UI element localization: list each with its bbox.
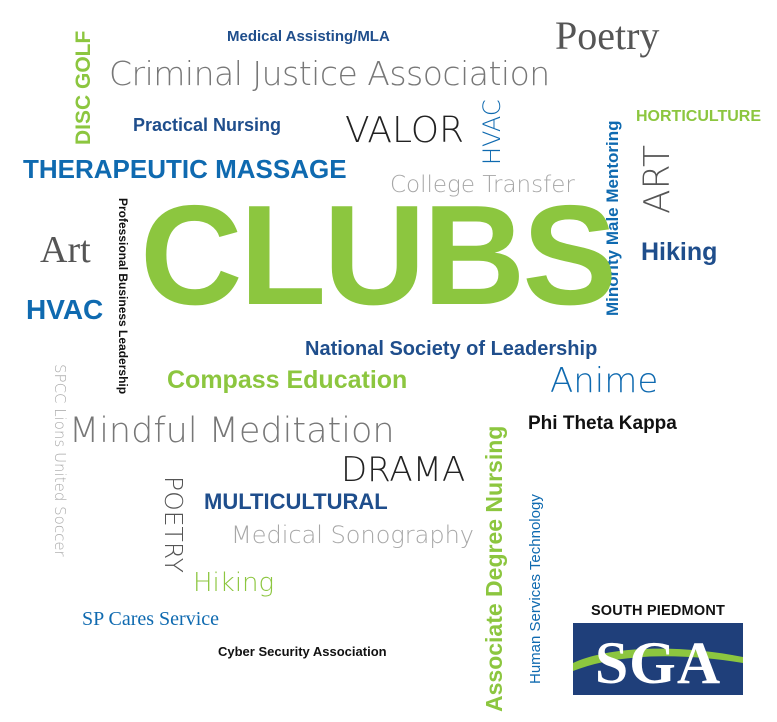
word-drama: DRAMA [341,450,466,490]
word-practical-nursing: Practical Nursing [133,115,282,135]
word-phi-theta-kappa: Phi Theta Kappa [528,413,677,434]
sga-logo: SOUTH PIEDMONT SGA [570,603,746,705]
word-criminal-justice: Criminal Justice Association [109,54,550,93]
word-sp-cares-service: SP Cares Service [82,608,220,630]
word-valor: VALOR [345,110,465,151]
word-professional-business-leadership: Professional Business Leadership [116,198,130,395]
word-medical-assisting: Medical Assisting/MLA [227,28,390,45]
word-multicultural: MULTICULTURAL [204,489,388,514]
word-mindful-meditation: Mindful Meditation [69,411,395,451]
word-hvac-vertical: HVAC [478,99,506,165]
word-medical-sonography: Medical Sonography [231,521,475,549]
word-spcc-lions: SPCC Lions United Soccer [51,364,69,557]
word-hiking-blue: Hiking [641,238,718,266]
word-compass-education: Compass Education [167,366,408,394]
word-art-vertical: ART [637,144,678,214]
word-hvac: HVAC [26,294,104,325]
word-disc-golf: DISC GOLF [72,30,95,145]
clubs-word-cloud: Medical Assisting/MLA Poetry DISC GOLF C… [0,0,777,722]
word-hiking-green: Hiking [193,568,275,598]
word-anime: Anime [550,361,659,401]
logo-letters: SGA [594,630,722,695]
word-associate-degree-nursing: Associate Degree Nursing [481,425,507,712]
word-art: Art [40,229,91,271]
word-poetry: Poetry [555,13,660,58]
word-human-services-technology: Human Services Technology [527,494,544,684]
word-poetry-vertical: POETRY [159,476,188,573]
word-national-society: National Society of Leadership [305,338,598,360]
logo-top-text: SOUTH PIEDMONT [590,603,726,619]
logo-box: SGA [573,623,743,695]
word-clubs: CLUBS [140,176,617,335]
word-cyber-security: Cyber Security Association [218,644,387,659]
word-horticulture: HORTICULTURE [636,108,762,125]
